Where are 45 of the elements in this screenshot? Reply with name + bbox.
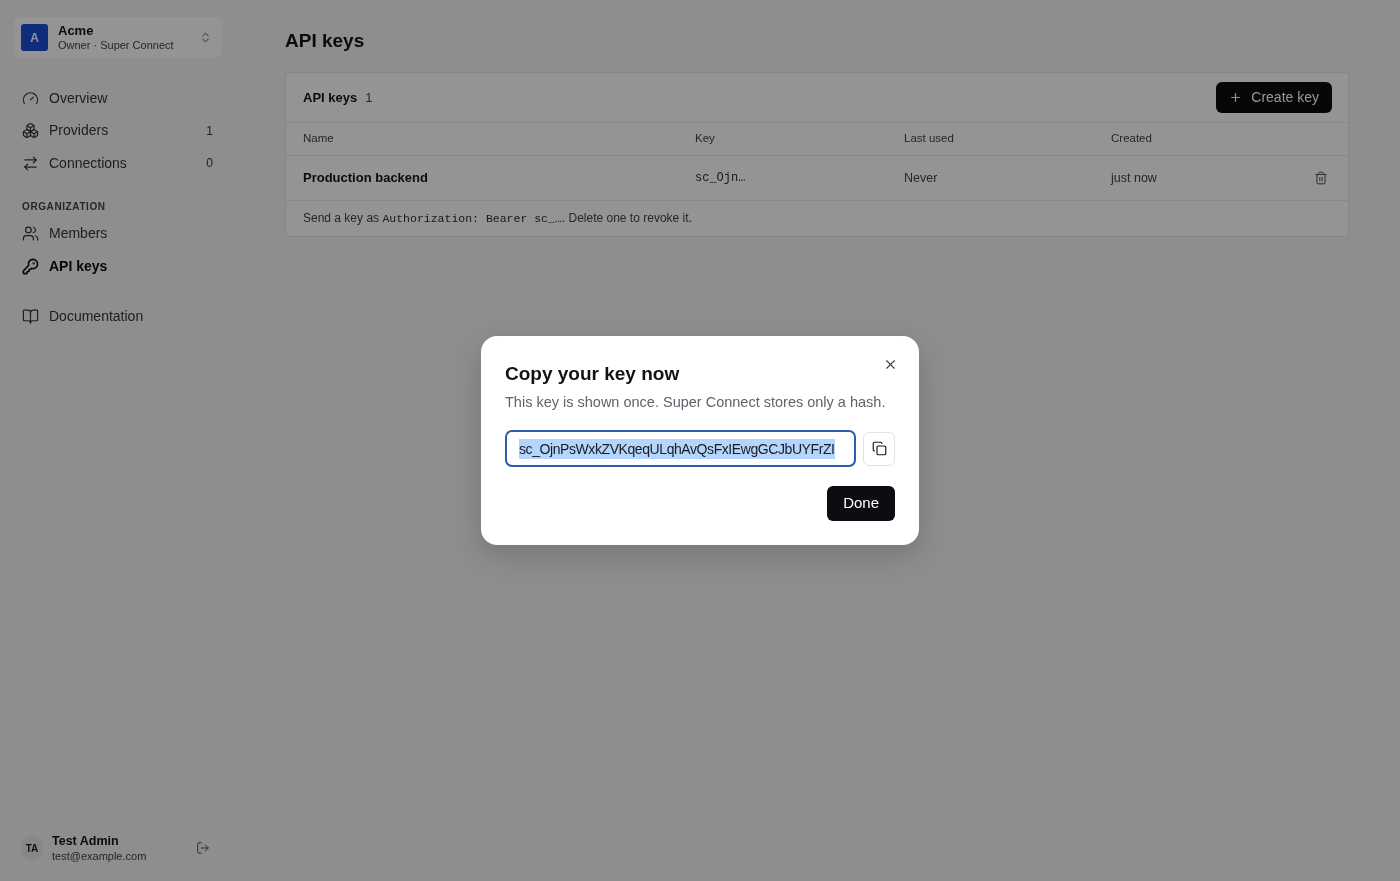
arrows-icon — [22, 154, 39, 172]
key-field[interactable]: sc_OjnPsWxkZVKqeqULqhAvQsFxIEwgGCJbUYFrZI — [505, 430, 856, 467]
org-avatar: A — [21, 24, 48, 51]
dialog-description: This key is shown once. Super Connect stores only a hash. — [505, 393, 887, 412]
column-header: Last used — [904, 131, 954, 147]
org-switcher[interactable]: A Acme Owner · Super Connect — [14, 17, 222, 58]
nav-item[interactable]: Connections 0 — [14, 147, 222, 180]
page-title: API keys — [285, 29, 366, 53]
table-cell-text: just now — [1111, 169, 1157, 187]
org-subtitle: Owner · Super Connect — [58, 38, 175, 52]
plus-icon — [1229, 91, 1243, 104]
key-icon — [22, 257, 39, 275]
column-header: Key — [695, 131, 715, 147]
nav-item[interactable]: Providers 1 — [14, 114, 222, 147]
user-name: Test Admin — [52, 833, 120, 849]
nav-item[interactable]: Documentation — [14, 300, 222, 333]
trash-icon — [1314, 171, 1328, 185]
nav-item[interactable]: API keys — [14, 250, 222, 283]
help-text: Send a key as Authorization: Bearer sc_…. Delete one to revoke it. — [303, 210, 692, 228]
users-icon — [22, 225, 39, 243]
book-icon — [22, 308, 39, 326]
copy-button[interactable] — [863, 431, 895, 466]
org-name: Acme — [58, 23, 95, 38]
logout-icon — [196, 841, 210, 855]
key-count: 1 — [365, 88, 373, 107]
section-label: ORGANIZATION — [21, 199, 107, 214]
table-cell-text: sc_Ojn… — [695, 170, 746, 187]
copy-icon — [871, 441, 887, 456]
table-cell-text: Production backend — [303, 169, 428, 188]
user-email: test@example.com — [52, 849, 148, 863]
nav-item[interactable]: Overview — [14, 82, 222, 115]
count-label: 0 — [206, 155, 213, 173]
done-button[interactable]: Done — [827, 486, 895, 521]
column-header: Created — [1111, 131, 1152, 147]
chevrons-icon — [199, 31, 212, 44]
card-title: API keys — [303, 88, 358, 107]
gauge-icon — [22, 89, 39, 107]
count-label: 1 — [206, 122, 213, 140]
boxes-icon — [22, 122, 39, 140]
nav-item[interactable]: Members — [14, 217, 222, 250]
create-key-button[interactable]: Create key — [1216, 82, 1332, 113]
dialog-title: Copy your key now — [505, 363, 681, 385]
column-header: Name — [303, 131, 334, 147]
table-cell-text: Never — [904, 169, 938, 187]
user-avatar: TA — [20, 836, 44, 860]
